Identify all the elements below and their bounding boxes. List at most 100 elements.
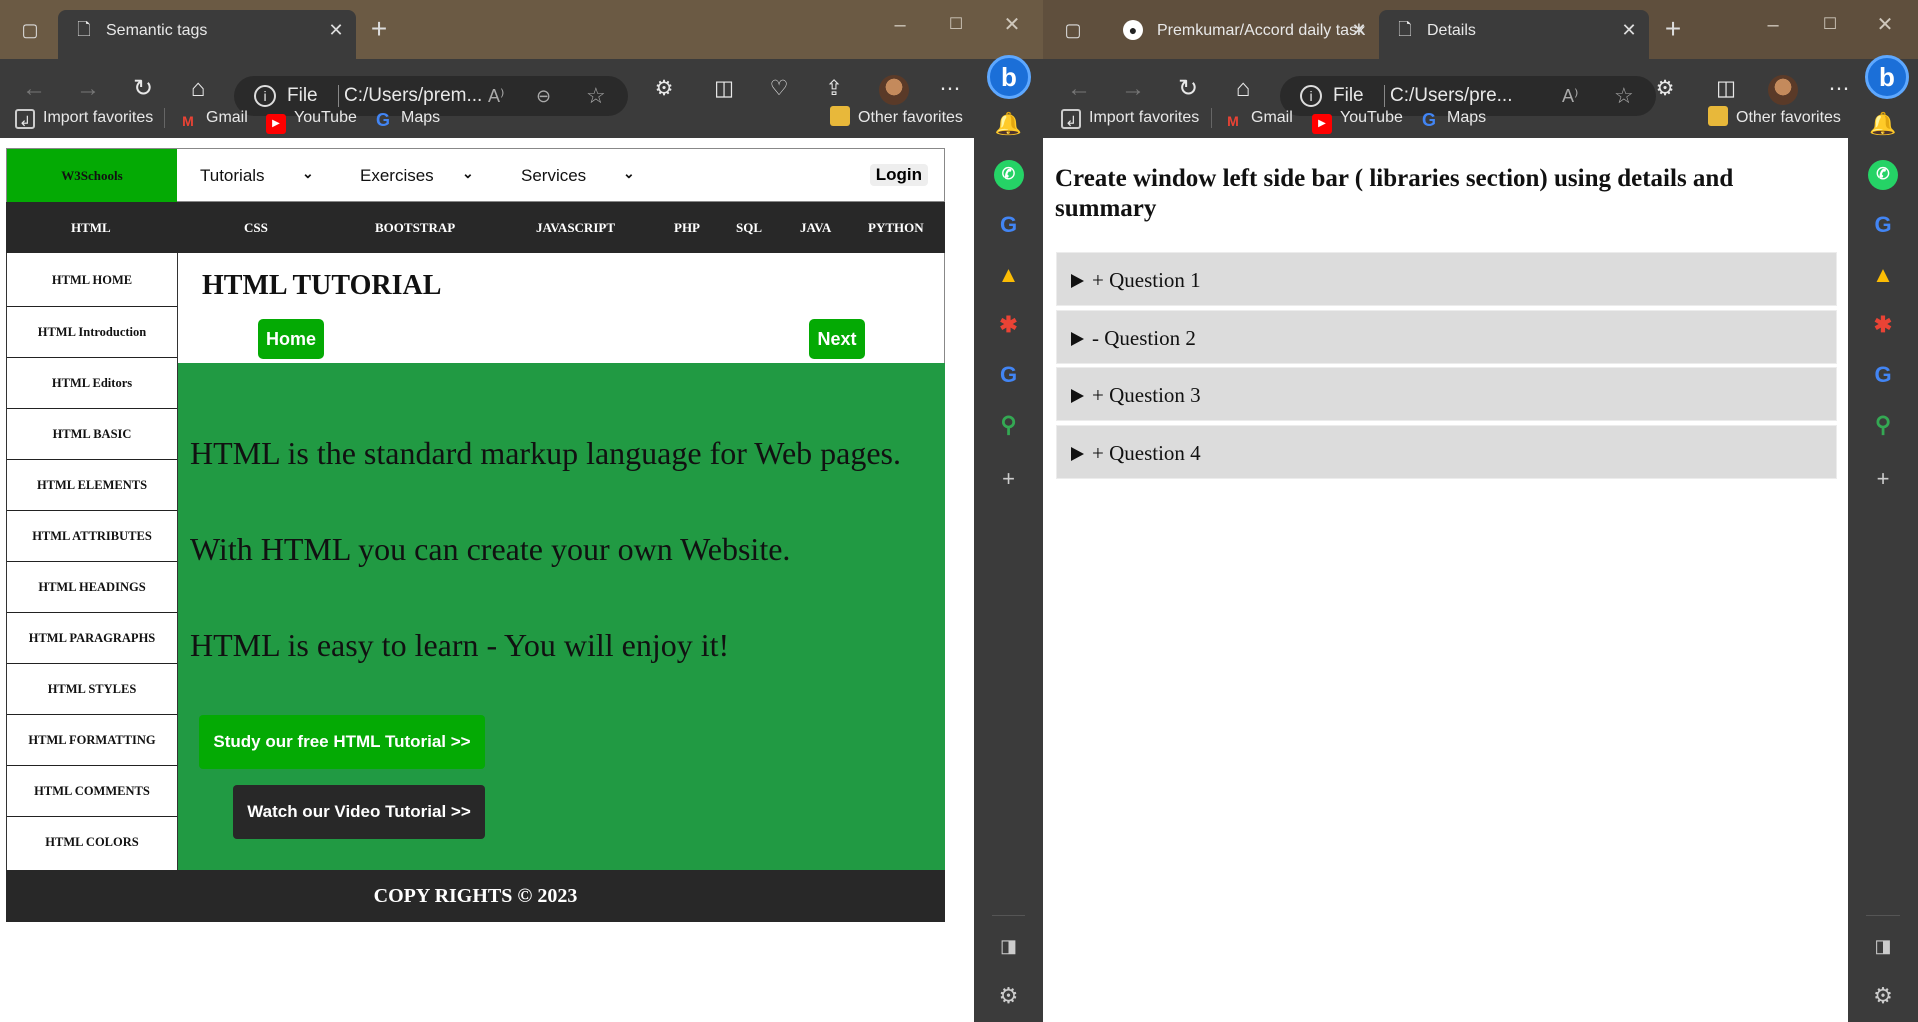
logo-text: W3Schools xyxy=(61,168,123,183)
tab-actions-icon[interactable]: ▢ xyxy=(1061,18,1085,42)
whatsapp-icon[interactable]: ✆ xyxy=(993,160,1024,190)
nav-label: Tutorials xyxy=(200,166,265,185)
sidebar-item[interactable]: HTML Editors xyxy=(7,358,177,409)
google-icon[interactable]: G xyxy=(994,360,1024,390)
close-tab-icon[interactable]: ✕ xyxy=(1617,18,1641,42)
topnav-sql[interactable]: SQL xyxy=(736,220,762,236)
fav-gmail[interactable]: M Gmail xyxy=(178,106,248,130)
nav-exercises[interactable]: Exercises ⌄ xyxy=(360,165,474,186)
maximize-button[interactable]: ☐ xyxy=(1810,10,1850,40)
fav-other[interactable]: Other favorites xyxy=(830,106,963,130)
topnav-html[interactable]: HTML xyxy=(71,220,111,236)
w3schools-logo[interactable]: W3Schools xyxy=(7,149,177,202)
details-summary[interactable]: - Question 2 xyxy=(1056,310,1837,364)
fav-other[interactable]: Other favorites xyxy=(1708,106,1841,130)
details-summary[interactable]: + Question 1 xyxy=(1056,252,1837,306)
tab-semantic-tags[interactable]: 🗋 Semantic tags ✕ xyxy=(58,10,356,59)
tab-title: Semantic tags xyxy=(106,22,208,39)
close-window-button[interactable]: ✕ xyxy=(1865,10,1905,40)
bing-chat-icon[interactable]: b xyxy=(1865,55,1909,99)
study-tutorial-button[interactable]: Study our free HTML Tutorial >> xyxy=(199,715,485,769)
topnav-bootstrap[interactable]: BOOTSTRAP xyxy=(375,220,455,236)
tab-title: Details xyxy=(1427,22,1476,39)
google-photos-icon[interactable]: ✱ xyxy=(1868,310,1898,340)
youtube-icon: ▶ xyxy=(266,114,286,134)
disclosure-triangle-icon xyxy=(1071,274,1084,288)
gear-icon[interactable]: ⚙ xyxy=(1868,981,1898,1011)
minimize-button[interactable]: – xyxy=(1753,10,1793,40)
new-tab-button[interactable]: + xyxy=(363,14,395,46)
fav-label: YouTube xyxy=(294,109,357,126)
sidebar-item[interactable]: HTML HOME xyxy=(7,253,177,307)
fav-maps[interactable]: G Maps xyxy=(1419,106,1486,130)
nav-tutorials[interactable]: Tutorials ⌄ xyxy=(200,165,314,186)
google-drive-icon[interactable]: ▲ xyxy=(1868,260,1898,290)
gear-icon[interactable]: ⚙ xyxy=(994,981,1024,1011)
google-maps-icon[interactable]: ⚲ xyxy=(1868,410,1898,440)
disclosure-triangle-icon xyxy=(1071,332,1084,346)
sidebar-divider xyxy=(1866,915,1900,916)
google-icon[interactable]: G xyxy=(1868,360,1898,390)
fav-label: Gmail xyxy=(206,109,248,126)
fav-maps[interactable]: G Maps xyxy=(373,106,440,130)
google-photos-icon[interactable]: ✱ xyxy=(994,310,1024,340)
topnav-javascript[interactable]: JAVASCRIPT xyxy=(536,220,615,236)
tab-actions-icon[interactable]: ▢ xyxy=(18,18,42,42)
video-tutorial-button[interactable]: Watch our Video Tutorial >> xyxy=(233,785,485,839)
summary-label: + Question 1 xyxy=(1092,268,1201,292)
add-icon[interactable]: + xyxy=(1868,464,1898,494)
bing-chat-icon[interactable]: b xyxy=(987,55,1031,99)
nav-services[interactable]: Services ⌄ xyxy=(521,165,635,186)
topnav-java[interactable]: JAVA xyxy=(800,220,831,236)
details-summary[interactable]: + Question 3 xyxy=(1056,367,1837,421)
tab-github[interactable]: ● Premkumar/Accord daily task ✕ xyxy=(1109,10,1379,59)
sidebar-item[interactable]: HTML STYLES xyxy=(7,664,177,715)
summary-label: + Question 4 xyxy=(1092,441,1201,465)
fav-label: YouTube xyxy=(1340,109,1403,126)
home-link-button[interactable]: Home xyxy=(258,319,324,359)
new-tab-button[interactable]: + xyxy=(1657,14,1689,46)
sidebar-item[interactable]: HTML Introduction xyxy=(7,307,177,358)
fav-import[interactable]: ↲ Import favorites xyxy=(1061,106,1199,130)
fav-label: Maps xyxy=(401,109,441,126)
tab-details[interactable]: 🗋 Details ✕ xyxy=(1379,10,1649,59)
sidebar-item[interactable]: HTML COLORS xyxy=(7,817,177,868)
fav-separator xyxy=(164,108,165,128)
fav-label: Other favorites xyxy=(1736,109,1841,126)
hide-sidebar-icon[interactable]: ◨ xyxy=(1868,931,1898,961)
sidebar-item[interactable]: HTML HEADINGS xyxy=(7,562,177,613)
fav-youtube[interactable]: ▶ YouTube xyxy=(1312,106,1403,134)
fav-youtube[interactable]: ▶ YouTube xyxy=(266,106,357,134)
close-tab-icon[interactable]: ✕ xyxy=(324,18,348,42)
topnav-php[interactable]: PHP xyxy=(674,220,700,236)
edge-sidebar: 🔔 ✆ G ▲ ✱ G ⚲ + ◨ ⚙ xyxy=(1848,59,1918,1022)
sidebar-item[interactable]: HTML ATTRIBUTES xyxy=(7,511,177,562)
topnav-python[interactable]: PYTHON xyxy=(868,220,924,236)
site-header: W3Schools Tutorials ⌄ Exercises ⌄ Services… xyxy=(6,148,945,202)
close-tab-icon[interactable]: ✕ xyxy=(1347,18,1371,42)
fav-gmail[interactable]: M Gmail xyxy=(1223,106,1293,130)
sidebar-item[interactable]: HTML PARAGRAPHS xyxy=(7,613,177,664)
sidebar-item[interactable]: HTML FORMATTING xyxy=(7,715,177,766)
folder-icon xyxy=(830,106,850,126)
sidebar-item[interactable]: HTML ELEMENTS xyxy=(7,460,177,511)
add-icon[interactable]: + xyxy=(994,464,1024,494)
details-summary[interactable]: + Question 4 xyxy=(1056,425,1837,479)
maximize-button[interactable]: ☐ xyxy=(936,10,976,40)
topnav-css[interactable]: CSS xyxy=(244,220,268,236)
minimize-button[interactable]: – xyxy=(880,10,920,40)
next-button[interactable]: Next xyxy=(809,319,865,359)
hide-sidebar-icon[interactable]: ◨ xyxy=(994,931,1024,961)
bell-icon[interactable]: 🔔 xyxy=(994,109,1024,139)
google-icon[interactable]: G xyxy=(1868,210,1898,240)
bell-icon[interactable]: 🔔 xyxy=(1868,109,1898,139)
close-window-button[interactable]: ✕ xyxy=(992,10,1032,40)
sidebar-item[interactable]: HTML COMMENTS xyxy=(7,766,177,817)
google-maps-icon[interactable]: ⚲ xyxy=(994,410,1024,440)
google-drive-icon[interactable]: ▲ xyxy=(994,260,1024,290)
fav-import[interactable]: ↲ Import favorites xyxy=(15,106,153,130)
whatsapp-icon[interactable]: ✆ xyxy=(1868,160,1898,190)
google-icon[interactable]: G xyxy=(994,210,1024,240)
login-button[interactable]: Login xyxy=(869,164,928,186)
sidebar-item[interactable]: HTML BASIC xyxy=(7,409,177,460)
